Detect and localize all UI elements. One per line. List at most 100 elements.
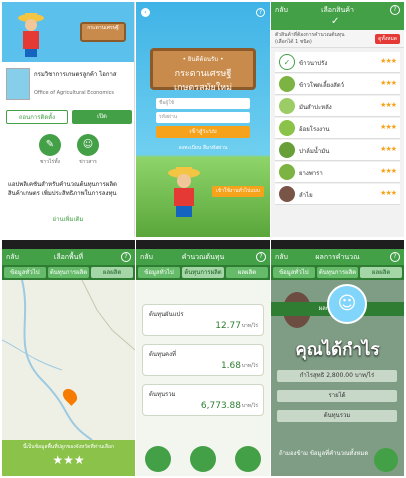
uninstall-button[interactable]: ถอนการติดตั้ง [6,110,68,124]
welcome-text: • ยินดีต้อนรับ • [182,56,224,63]
product-select-screen: กลับ เลือกสินค้า ? ✓ ตัวสินค้าที่ต้องการ… [271,2,404,237]
tab-yield[interactable]: ผลผลิต [226,267,268,278]
item-name: ลำไย [299,192,313,199]
tab-bar: ข้อมูลทั่วไป ต้นทุนการผลิต ผลผลิต [271,265,404,280]
total-cost-row: ต้นทุนรวม [277,410,397,422]
tab-yield[interactable]: ผลผลิต [91,267,134,278]
help-icon[interactable]: ? [256,8,265,17]
help-icon[interactable]: ? [390,5,400,15]
farmer-illustration [18,13,44,57]
banner-sign: กระดานเศรษฐี [80,22,126,42]
action-button-3[interactable] [234,446,261,472]
rating-stars: ★★★ [380,79,397,87]
app-developer: Office of Agricultural Economics [34,90,114,96]
page-title: คำนวณต้นทุน [181,253,225,261]
footer-text: นี้เป็นข้อมูลพื้นที่ปลูกของจังหวัดที่ท่า… [23,444,114,450]
rice-icon: ✓ [279,54,295,70]
cost-screen: กลับ คำนวณต้นทุน ? ข้อมูลทั่วไป ต้นทุนกา… [136,240,270,476]
fixed-cost-card: ต้นทุนคงที่ 1.68 บาท/ไร่ [142,344,264,376]
item-name: อ้อยโรงงาน [299,126,330,133]
card-unit: บาท/ไร่ [241,363,258,369]
app-name: กรมวิชาการเกษตรลูกค้า ไอกาส [34,71,117,78]
login-screen: ‹ ? • ยินดีต้อนรับ • กระดานเศรษฐี เกษตรส… [136,2,270,237]
instruction-bar: ตัวสินค้าที่ต้องการคำนวณต้นทุน (เลือกได้… [271,30,404,48]
app-info: กรมวิชาการเกษตรลูกค้า ไอกาส Office of Ag… [6,68,132,108]
header: กลับ เลือกสินค้า ? ✓ [271,2,404,30]
card-value: 1.68 [220,361,241,371]
status-bar [2,240,135,249]
back-icon[interactable]: ‹ [141,8,150,17]
tab-bar: ข้อมูลทั่วไป ต้นทุนการผลิต ผลผลิต [2,265,135,280]
status-bar [136,240,270,249]
tab-general[interactable]: ข้อมูลทั่วไป [138,267,180,278]
password-field[interactable]: รหัสผ่าน [156,112,250,123]
category-news-label: ข่าวสาร [79,159,97,165]
app-category-icons: ✎ ชาวไร่ทั้ง ☺ ข่าวสาร [36,134,106,174]
login-button[interactable]: เข้าสู่ระบบ [156,126,250,138]
category-farmer[interactable]: ✎ ชาวไร่ทั้ง [36,134,64,174]
card-unit: บาท/ไร่ [241,403,258,409]
item-name: มันสำปะหลัง [299,104,332,111]
tab-bar: ข้อมูลทั่วไป ต้นทุนการผลิต ผลผลิต [136,265,270,280]
people-icon: ☺ [77,134,99,156]
rating-stars: ★★★ [380,189,397,197]
longan-icon [279,186,295,202]
card-value: 12.77 [215,321,241,331]
help-icon[interactable]: ? [256,252,266,262]
palm-icon [279,142,295,158]
check-icon: ✓ [331,16,340,27]
rubber-icon [279,164,295,180]
result-screen: กลับ ผลการคำนวณ ? ข้อมูลทั่วไป ต้นทุนการ… [271,240,404,476]
profit-heading: คุณได้กำไร [295,340,380,360]
register-forgot-links[interactable]: ลงทะเบียน ลืมรหัสผ่าน [136,144,270,152]
card-label: ต้นทุนรวม [149,391,176,398]
list-item[interactable]: ข้าวโพดเลี้ยงสัตว์ ★★★ [275,74,400,95]
open-button[interactable]: เปิด [72,110,132,124]
category-farmer-label: ชาวไร่ทั้ง [40,159,60,165]
tab-yield[interactable]: ผลผลิต [360,267,403,278]
help-icon[interactable]: ? [390,252,400,262]
bottom-actions [136,446,270,472]
username-field[interactable]: ชื่อผู้ใช้ [156,98,250,109]
rating-stars: ★★★ [380,57,397,65]
list-item[interactable]: ลำไย ★★★ [275,184,400,205]
tab-general[interactable]: ข้อมูลทั่วไป [273,267,315,278]
next-button[interactable] [374,448,398,472]
corn-icon [279,76,295,92]
list-item[interactable]: ยางพารา ★★★ [275,162,400,183]
app-bar: กลับ เลือกพื้นที่ ? [2,249,135,265]
farmer-illustration [168,167,200,217]
item-name: ข้าวโพดเลี้ยงสัตว์ [299,82,345,89]
rating-stars: ★★★ [380,101,397,109]
cassava-icon [279,98,295,114]
read-more-link[interactable]: อ่านเพิ่มเติม [2,214,134,224]
item-name: ปาล์มน้ำมัน [299,148,330,155]
status-bar [271,240,404,249]
item-name: ข้าวนาปรัง [299,60,328,67]
app-bar: กลับ คำนวณต้นทุน ? [136,249,270,265]
action-button-1[interactable] [145,446,172,472]
wrench-icon: ✎ [39,134,61,156]
net-profit-row: กำไรสุทธิ 2,800.00 บาท/ไร่ [277,370,397,382]
rating-stars: ★★★ [52,453,85,467]
tab-cost[interactable]: ต้นทุนการผลิต [47,267,90,278]
list-item[interactable]: ปาล์มน้ำมัน ★★★ [275,140,400,161]
page-title: เลือกพื้นที่ [53,253,84,261]
category-news[interactable]: ☺ ข่าวสาร [74,134,102,174]
list-item[interactable]: อ้อยโรงงาน ★★★ [275,118,400,139]
card-value: 6,773.88 [200,401,241,411]
total-cost-card: ต้นทุนรวม 6,773.88 บาท/ไร่ [142,384,264,416]
list-item[interactable]: มันสำปะหลัง ★★★ [275,96,400,117]
action-button-2[interactable] [189,446,216,472]
tab-cost[interactable]: ต้นทุนการผลิต [316,267,359,278]
list-item[interactable]: ✓ ข้าวนาปรัง ★★★ [275,52,400,73]
help-icon[interactable]: ? [121,252,131,262]
tab-general[interactable]: ข้อมูลทั่วไป [4,267,46,278]
page-title: ผลการคำนวณ [315,253,360,261]
map-view[interactable] [2,279,135,441]
view-all-button[interactable]: ดูทั้งหมด [375,34,400,44]
tab-cost[interactable]: ต้นทุนการผลิต [182,267,224,278]
skip-checkbox[interactable]: ถ้ามองข้าม ข้อมูลที่คำนวณทั้งหมด [279,448,368,458]
app-bar: กลับ ผลการคำนวณ ? [271,249,404,265]
guest-login-button[interactable]: เข้าใช้งานทั่วไปแบบ [212,186,264,197]
